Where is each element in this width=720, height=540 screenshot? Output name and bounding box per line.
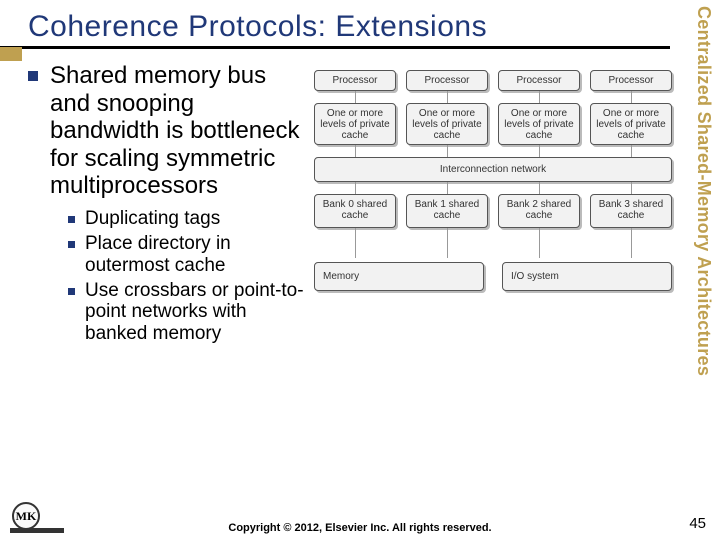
cache-box: One or more levels of private cache <box>590 103 672 145</box>
cache-row: One or more levels of private cache One … <box>314 103 672 145</box>
memory-io-row: Memory I/O system <box>314 262 672 291</box>
sublist: Duplicating tags Place directory in oute… <box>68 208 308 345</box>
processor-box: Processor <box>498 70 580 91</box>
io-box: I/O system <box>502 262 672 291</box>
cache-box: One or more levels of private cache <box>406 103 488 145</box>
processor-row: Processor Processor Processor Processor <box>314 70 672 91</box>
copyright-footer: Copyright © 2012, Elsevier Inc. All righ… <box>0 522 720 534</box>
interconnect-box: Interconnection network <box>314 157 672 182</box>
sub-bullet-text: Use crossbars or point-to-point networks… <box>85 280 308 346</box>
bank-box: Bank 3 shared cache <box>590 194 672 228</box>
processor-box: Processor <box>406 70 488 91</box>
processor-box: Processor <box>590 70 672 91</box>
bank-box: Bank 0 shared cache <box>314 194 396 228</box>
sub-bullet: Duplicating tags <box>68 208 308 230</box>
square-bullet-icon <box>68 241 75 248</box>
processor-box: Processor <box>314 70 396 91</box>
bank-box: Bank 2 shared cache <box>498 194 580 228</box>
bullet-main: Shared memory bus and snooping bandwidth… <box>28 62 308 200</box>
title-accent <box>0 47 22 61</box>
bank-box: Bank 1 shared cache <box>406 194 488 228</box>
sub-bullet-text: Duplicating tags <box>85 208 220 230</box>
sub-bullet: Use crossbars or point-to-point networks… <box>68 280 308 346</box>
content-area: Shared memory bus and snooping bandwidth… <box>28 62 308 348</box>
sub-bullet: Place directory in outermost cache <box>68 233 308 277</box>
bullet-main-text: Shared memory bus and snooping bandwidth… <box>50 62 308 200</box>
cache-box: One or more levels of private cache <box>498 103 580 145</box>
memory-box: Memory <box>314 262 484 291</box>
title-bar: Coherence Protocols: Extensions <box>0 0 670 49</box>
square-bullet-icon <box>28 71 38 81</box>
square-bullet-icon <box>68 216 75 223</box>
sub-bullet-text: Place directory in outermost cache <box>85 233 308 277</box>
slide-title: Coherence Protocols: Extensions <box>28 10 670 44</box>
square-bullet-icon <box>68 288 75 295</box>
cache-box: One or more levels of private cache <box>314 103 396 145</box>
section-label: Centralized Shared-Memory Architectures <box>682 6 714 506</box>
page-number: 45 <box>689 515 706 532</box>
bank-row: Bank 0 shared cache Bank 1 shared cache … <box>314 194 672 228</box>
architecture-diagram: Processor Processor Processor Processor … <box>314 70 672 291</box>
